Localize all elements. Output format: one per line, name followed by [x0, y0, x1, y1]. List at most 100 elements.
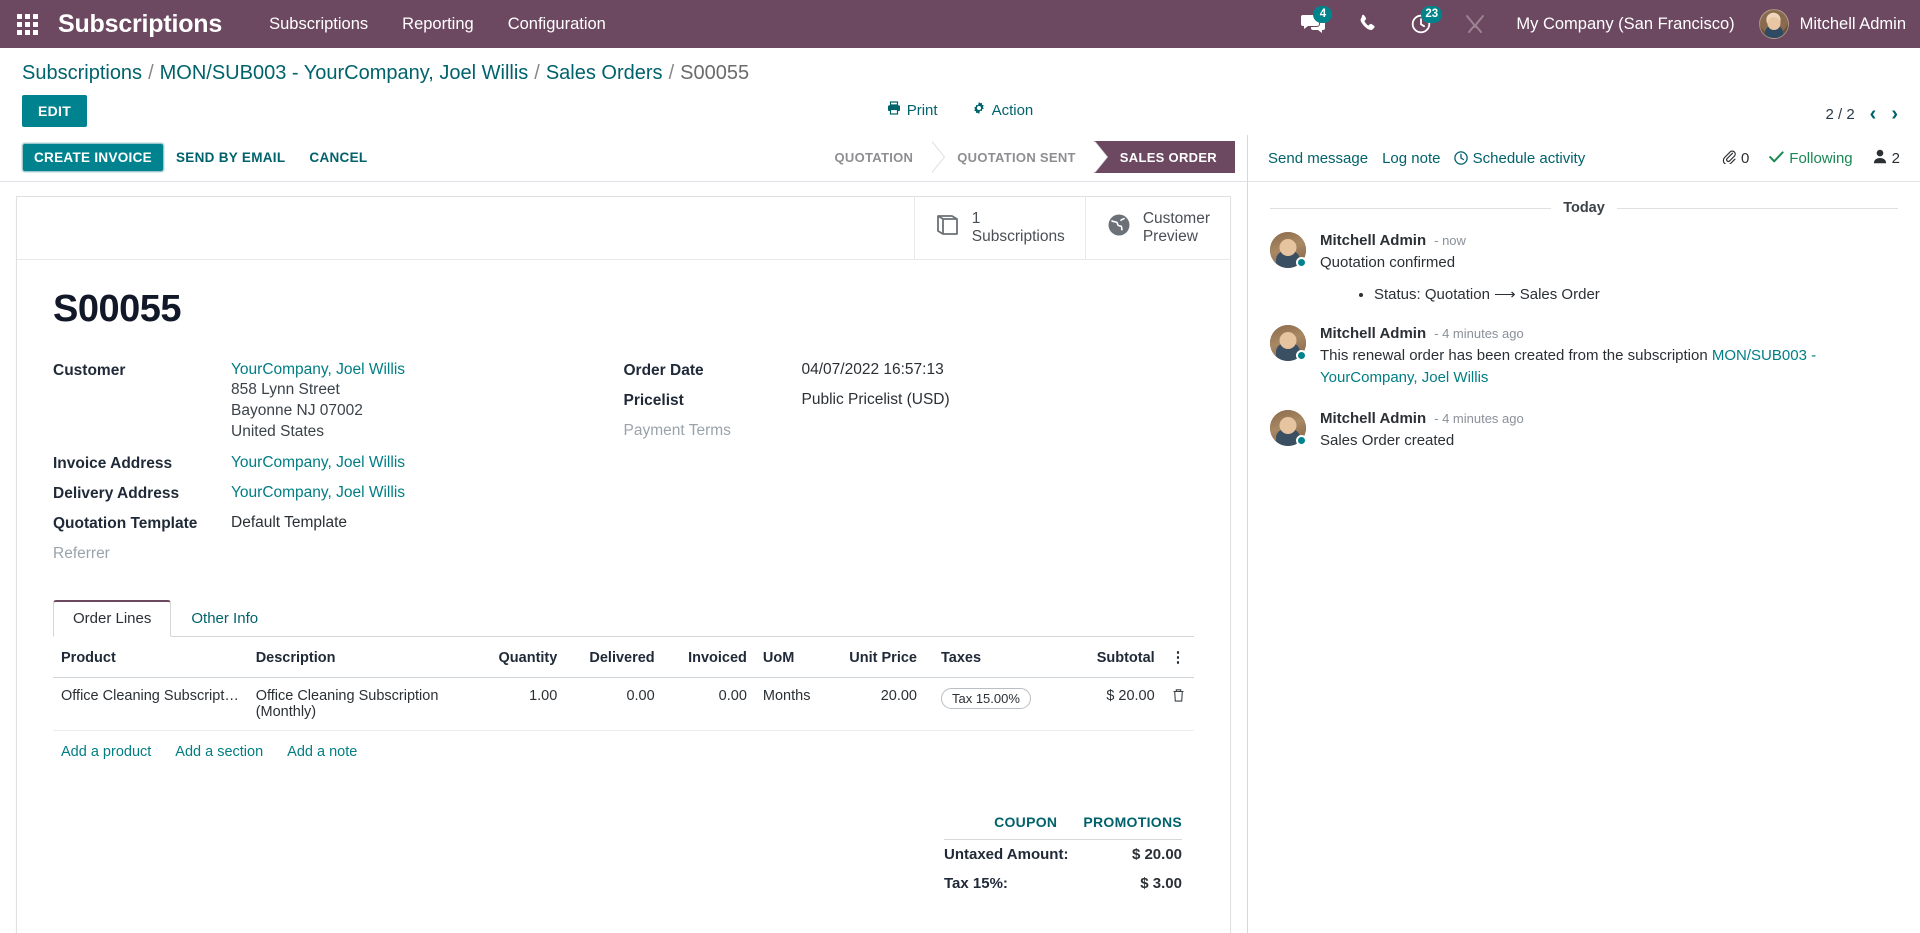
message-text: Sales Order created: [1320, 430, 1898, 452]
nav-menu-reporting[interactable]: Reporting: [385, 0, 491, 48]
message-timestamp: - 4 minutes ago: [1434, 411, 1524, 426]
tab-order-lines[interactable]: Order Lines: [53, 600, 171, 637]
table-row[interactable]: Office Cleaning Subscripti… Office Clean…: [53, 677, 1194, 730]
page-title: S00055: [53, 288, 1194, 331]
activities-icon[interactable]: 23: [1408, 0, 1434, 48]
top-navbar: Subscriptions Subscriptions Reporting Co…: [0, 0, 1920, 48]
status-step-quotation-sent[interactable]: QUOTATION SENT: [931, 141, 1094, 173]
schedule-activity-button[interactable]: Schedule activity: [1454, 150, 1599, 167]
field-quotation-template: Quotation Template Default Template: [53, 514, 624, 533]
col-invoiced: Invoiced: [663, 639, 755, 678]
field-referrer-label: Referrer: [53, 544, 231, 563]
nav-menu-subscriptions[interactable]: Subscriptions: [252, 0, 385, 48]
send-message-button[interactable]: Send message: [1268, 150, 1382, 167]
field-pricelist-value[interactable]: Public Pricelist (USD): [802, 391, 950, 409]
chatter-toolbar: Send message Log note Schedule activity …: [1248, 135, 1920, 182]
action-label: Action: [992, 102, 1034, 119]
status-step-quotation[interactable]: QUOTATION: [820, 141, 931, 173]
total-untaxed-amount-value: $ 20.00: [1132, 846, 1182, 863]
phone-icon[interactable]: [1354, 0, 1380, 48]
breadcrumb-item-sales-orders[interactable]: Sales Orders: [546, 62, 663, 85]
cell-uom[interactable]: Months: [755, 677, 835, 730]
user-menu[interactable]: Mitchell Admin: [1749, 9, 1906, 39]
field-quotation-template-value[interactable]: Default Template: [231, 514, 347, 532]
sheet-wrapper: 1 Subscriptions Customer Preview: [0, 182, 1247, 933]
pager-previous-icon[interactable]: ‹: [1870, 104, 1877, 124]
app-brand-title[interactable]: Subscriptions: [58, 10, 222, 39]
message-text-prefix: This renewal order has been created from…: [1320, 347, 1712, 364]
breadcrumb-item-subscription-record[interactable]: MON/SUB003 - YourCompany, Joel Willis: [160, 62, 529, 85]
cell-taxes[interactable]: Tax 15.00%: [925, 677, 1056, 730]
send-by-email-button[interactable]: SEND BY EMAIL: [164, 144, 297, 171]
message-timestamp: - 4 minutes ago: [1434, 326, 1524, 341]
customer-address-line-3: United States: [231, 421, 405, 442]
field-invoice-address: Invoice Address YourCompany, Joel Willis: [53, 454, 624, 473]
cell-delivered[interactable]: 0.00: [565, 677, 662, 730]
field-invoice-address-value[interactable]: YourCompany, Joel Willis: [231, 454, 405, 472]
field-delivery-address-value[interactable]: YourCompany, Joel Willis: [231, 484, 405, 502]
print-button[interactable]: Print: [887, 101, 938, 119]
order-lines-body: Office Cleaning Subscripti… Office Clean…: [53, 677, 1194, 730]
total-untaxed-amount-label: Untaxed Amount:: [944, 846, 1068, 863]
cancel-button[interactable]: CANCEL: [297, 144, 379, 171]
apps-grid-icon[interactable]: [10, 7, 44, 41]
cell-subtotal: $ 20.00: [1056, 677, 1163, 730]
message-author[interactable]: Mitchell Admin: [1320, 410, 1426, 427]
control-panel-actions: Print Action: [0, 101, 1920, 119]
create-invoice-button[interactable]: CREATE INVOICE: [22, 143, 164, 172]
control-panel: EDIT Print Action 2 / 2 ‹ ›: [0, 91, 1920, 135]
col-description: Description: [248, 639, 468, 678]
company-switcher[interactable]: My Company (San Francisco): [1502, 15, 1748, 34]
smart-button-customer-preview[interactable]: Customer Preview: [1085, 197, 1230, 259]
attachments-counter[interactable]: 0: [1722, 149, 1749, 168]
nav-menu-configuration[interactable]: Configuration: [491, 0, 623, 48]
followers-counter[interactable]: 2: [1873, 149, 1900, 168]
promotions-button[interactable]: PROMOTIONS: [1083, 814, 1182, 830]
add-a-section-link[interactable]: Add a section: [175, 744, 263, 760]
message-body-3: Mitchell Admin - 4 minutes ago Sales Ord…: [1320, 410, 1898, 452]
col-subtotal: Subtotal: [1056, 639, 1163, 678]
smart-button-subscriptions[interactable]: 1 Subscriptions: [914, 197, 1085, 259]
field-invoice-address-label: Invoice Address: [53, 454, 231, 473]
edit-button[interactable]: EDIT: [22, 95, 87, 127]
add-a-note-link[interactable]: Add a note: [287, 744, 357, 760]
message-author[interactable]: Mitchell Admin: [1320, 325, 1426, 342]
total-tax-label: Tax 15%:: [944, 875, 1008, 892]
action-button[interactable]: Action: [972, 101, 1034, 119]
cell-description[interactable]: Office Cleaning Subscription (Monthly): [248, 677, 468, 730]
activities-count-badge: 23: [1421, 6, 1442, 23]
print-label: Print: [907, 102, 938, 119]
order-lines-table: Product Description Quantity Delivered I…: [53, 639, 1194, 731]
field-customer-value[interactable]: YourCompany, Joel Willis: [231, 361, 405, 379]
total-tax-value: $ 3.00: [1140, 875, 1182, 892]
form-pane: CREATE INVOICE SEND BY EMAIL CANCEL QUOT…: [0, 135, 1248, 933]
globe-icon: [1106, 212, 1132, 243]
day-separator-line-left: [1270, 208, 1551, 209]
cell-invoiced[interactable]: 0.00: [663, 677, 755, 730]
messages-icon[interactable]: 4: [1300, 0, 1326, 48]
status-step-sales-order[interactable]: SALES ORDER: [1094, 141, 1235, 173]
optional-columns-toggle-icon[interactable]: ⋮: [1163, 639, 1194, 678]
delete-line-icon[interactable]: [1163, 677, 1194, 730]
log-note-button[interactable]: Log note: [1382, 150, 1454, 167]
add-a-product-link[interactable]: Add a product: [61, 744, 151, 760]
book-icon: [935, 213, 961, 242]
totals-box: COUPON PROMOTIONS Untaxed Amount: $ 20.0…: [944, 814, 1182, 898]
attachments-count: 0: [1741, 150, 1749, 167]
pager-next-icon[interactable]: ›: [1891, 104, 1898, 124]
message-timestamp: - now: [1434, 233, 1466, 248]
debug-wrench-icon[interactable]: [1462, 0, 1488, 48]
tab-other-info[interactable]: Other Info: [171, 600, 278, 637]
message-author[interactable]: Mitchell Admin: [1320, 232, 1426, 249]
cell-quantity[interactable]: 1.00: [468, 677, 565, 730]
field-order-date-value[interactable]: 04/07/2022 16:57:13: [802, 361, 944, 379]
cell-unit-price[interactable]: 20.00: [835, 677, 925, 730]
fields-right-column: Order Date 04/07/2022 16:57:13 Pricelist…: [624, 361, 1195, 574]
notebook: Order Lines Other Info Product Descripti…: [53, 600, 1194, 898]
following-toggle[interactable]: Following: [1769, 150, 1852, 167]
coupon-button[interactable]: COUPON: [994, 814, 1057, 830]
day-separator-line-right: [1617, 208, 1898, 209]
breadcrumb-item-subscriptions[interactable]: Subscriptions: [22, 62, 142, 85]
cell-product[interactable]: Office Cleaning Subscripti…: [53, 677, 248, 730]
field-delivery-address: Delivery Address YourCompany, Joel Willi…: [53, 484, 624, 503]
